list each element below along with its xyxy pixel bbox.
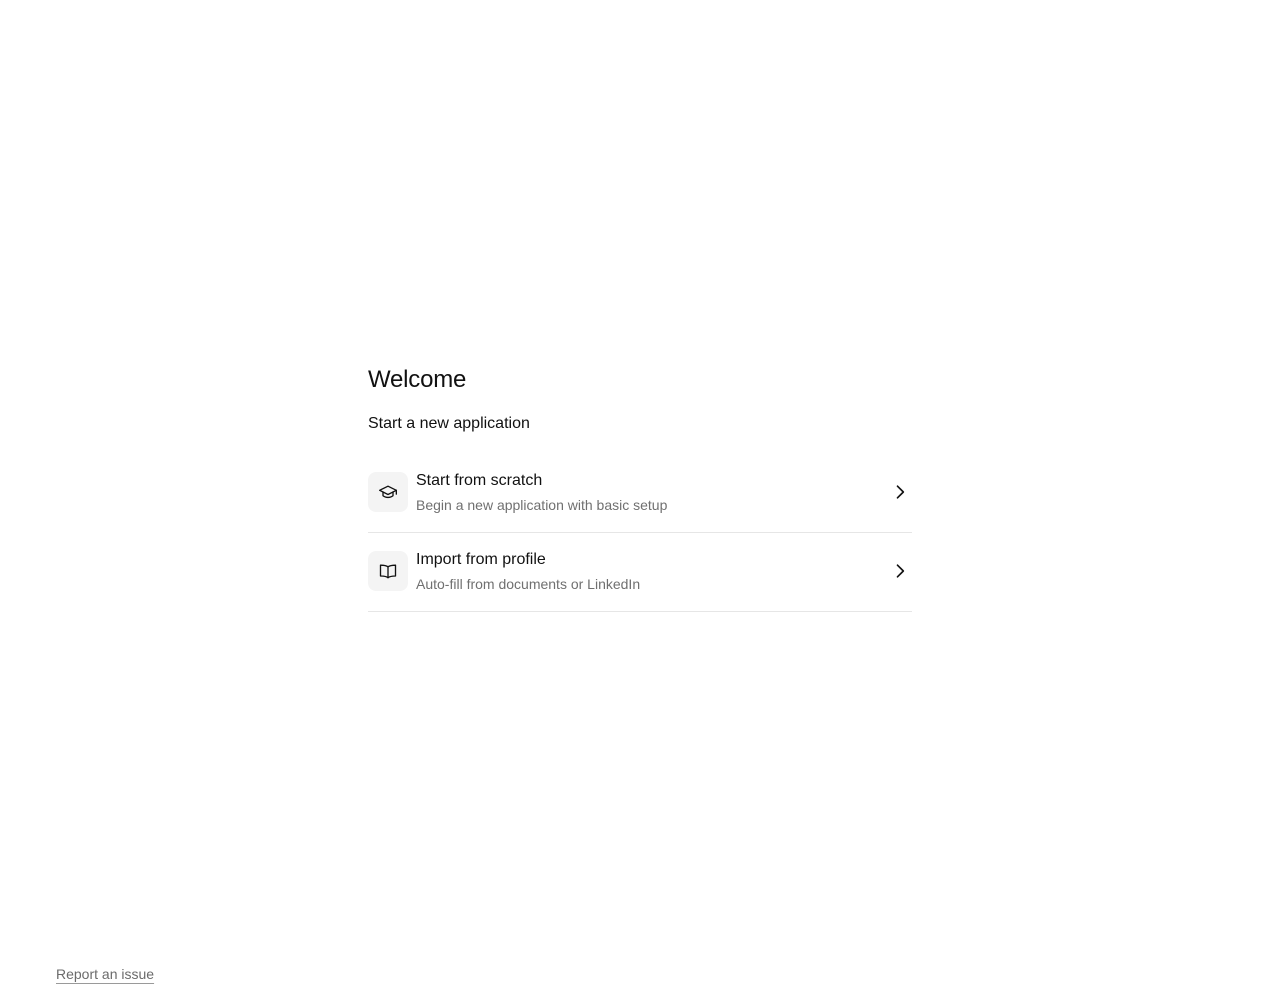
chevron-right-icon — [890, 561, 910, 581]
welcome-panel: Welcome Start a new application Start fr… — [368, 364, 912, 612]
option-title: Start from scratch — [416, 471, 543, 489]
option-description: Begin a new application with basic setup — [416, 496, 668, 513]
option-text: Import from profile Auto-fill from docum… — [416, 550, 890, 593]
page-subtitle: Start a new application — [368, 415, 530, 432]
option-title: Import from profile — [416, 550, 546, 568]
page: Welcome Start a new application Start fr… — [0, 0, 1280, 1000]
import-from-profile-option[interactable]: Import from profile Auto-fill from docum… — [368, 533, 912, 612]
graduation-cap-icon — [368, 472, 408, 512]
option-description: Auto-fill from documents or LinkedIn — [416, 575, 641, 592]
page-title: Welcome — [368, 366, 467, 393]
chevron-right-icon — [890, 482, 910, 502]
open-book-icon — [368, 551, 408, 591]
report-issue-link[interactable]: Report an issue — [56, 964, 154, 984]
option-text: Start from scratch Begin a new applicati… — [416, 471, 890, 514]
start-from-scratch-option[interactable]: Start from scratch Begin a new applicati… — [368, 454, 912, 533]
start-options-list: Start from scratch Begin a new applicati… — [368, 454, 912, 612]
